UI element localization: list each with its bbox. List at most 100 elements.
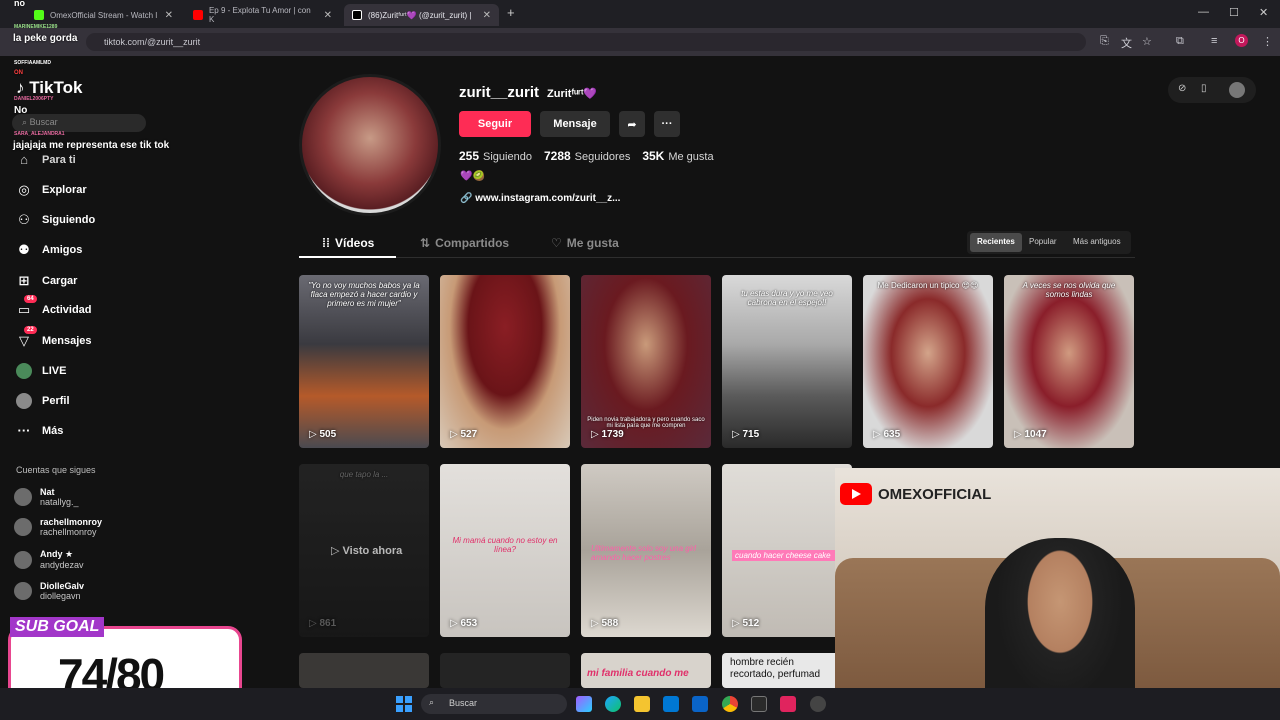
avatar xyxy=(14,518,32,536)
following-account[interactable]: Andy ★ andydezav xyxy=(14,549,84,570)
coins-icon[interactable]: ⊘ xyxy=(1178,83,1186,94)
settings-icon[interactable] xyxy=(810,696,826,712)
video-caption: tu estas dura y yo me veo cabrona en el … xyxy=(741,289,833,307)
close-icon[interactable]: ✕ xyxy=(165,10,173,21)
video-views: ▷ 1047 xyxy=(1014,429,1047,440)
nav-messages[interactable]: ▽ 22 Mensajes xyxy=(16,326,92,349)
home-icon: ⌂ xyxy=(20,152,28,167)
taskbar-search[interactable]: ⌕ Buscar xyxy=(421,694,567,714)
user-avatar[interactable] xyxy=(1229,82,1245,98)
nav-upload[interactable]: ⊞ Cargar xyxy=(16,273,78,289)
file-explorer-icon[interactable] xyxy=(634,696,650,712)
nav-more[interactable]: ··· Más xyxy=(16,423,64,438)
message-button[interactable]: Mensaje xyxy=(540,111,610,137)
tab-omex-stream[interactable]: OmexOfficial Stream - Watch l ✕ xyxy=(26,4,181,26)
device-icon[interactable]: ▯ xyxy=(1201,83,1207,94)
nav-explore[interactable]: ◎ Explorar xyxy=(16,182,86,198)
video-card[interactable]: "Yo no voy muchos babos ya la flaca empe… xyxy=(299,275,429,448)
video-card[interactable]: hombre recién recortado, perfumad xyxy=(722,653,852,688)
extensions-icon[interactable]: ⧉ xyxy=(1176,35,1184,48)
tab-tiktok-profile[interactable]: (86)Zuritᶠᵘʳᵗ💜 (@zurit_zurit) | ✕ xyxy=(344,4,499,26)
nav-for-you[interactable]: ⌂ Para ti xyxy=(16,152,76,167)
video-card[interactable]: cuando hacer cheese cake ▷ 512 xyxy=(722,464,852,637)
stat-following[interactable]: 255 Siguiendo xyxy=(459,147,532,165)
video-card[interactable]: que tapo la ... ▷ Visto ahora ▷ 861 xyxy=(299,464,429,637)
video-card[interactable]: A veces se nos olvida que somos lindas ▷… xyxy=(1004,275,1134,448)
video-caption: hombre recién recortado, perfumad xyxy=(730,657,821,680)
view-count: 1739 xyxy=(601,429,624,440)
menu-dots-icon[interactable]: ⋮ xyxy=(1262,35,1273,48)
nav-live[interactable]: LIVE xyxy=(16,363,66,379)
minimize-icon[interactable]: — xyxy=(1198,6,1209,18)
tab-reposts[interactable]: ⇅ Compartidos xyxy=(420,236,509,250)
video-caption: Piden novia trabajadora y pero cuando sa… xyxy=(587,417,705,429)
stat-followers[interactable]: 7288 Seguidores xyxy=(544,147,630,165)
nav-following[interactable]: ⚇ Siguiendo xyxy=(16,212,95,228)
view-count: 1047 xyxy=(1024,429,1047,440)
outlook-icon[interactable] xyxy=(692,696,708,712)
following-account[interactable]: Nat natallyg._ xyxy=(14,487,79,507)
chat-message: ON xyxy=(14,70,23,76)
edge-icon[interactable] xyxy=(605,696,621,712)
chrome-icon[interactable] xyxy=(722,696,738,712)
sort-recent[interactable]: Recientes xyxy=(970,233,1022,252)
video-card[interactable]: Piden novia trabajadora y pero cuando sa… xyxy=(581,275,711,448)
stat-label: Seguidores xyxy=(574,151,631,163)
follow-button[interactable]: Seguir xyxy=(459,111,531,137)
upload-icon: ⊞ xyxy=(18,273,30,288)
tiktok-logo[interactable]: ♪ TikTok xyxy=(16,78,82,98)
media-icon[interactable]: ≡ xyxy=(1211,35,1217,47)
new-tab-icon[interactable]: + xyxy=(507,5,515,20)
account-handle: natallyg._ xyxy=(40,497,79,507)
maximize-icon[interactable]: ☐ xyxy=(1229,6,1239,19)
video-card[interactable]: Mi mamá cuando no estoy en línea? ▷ 653 xyxy=(440,464,570,637)
profile-stats: 255 Siguiendo 7288 Seguidores 35K Me gusta xyxy=(459,147,714,165)
epic-games-icon[interactable] xyxy=(751,696,767,712)
search-input[interactable]: ⌕ Buscar xyxy=(12,114,146,132)
store-icon[interactable] xyxy=(663,696,679,712)
profile-avatar xyxy=(299,74,441,216)
profile-icon xyxy=(16,393,32,409)
video-card[interactable]: ▷ 527 xyxy=(440,275,570,448)
tiktok-icon xyxy=(352,10,362,20)
sort-popular[interactable]: Popular xyxy=(1022,233,1064,252)
nav-friends[interactable]: ⚉ Amigos xyxy=(16,242,82,258)
tab-liked[interactable]: ♡ Me gusta xyxy=(551,236,619,250)
video-card[interactable] xyxy=(440,653,570,688)
chat-message: No xyxy=(14,105,28,116)
video-card[interactable]: mi familia cuando me xyxy=(581,653,711,688)
nav-activity[interactable]: ▭ 64 Actividad xyxy=(16,295,92,318)
profile-link[interactable]: 🔗 www.instagram.com/zurit__z... xyxy=(460,193,620,204)
video-caption: Mi mamá cuando no estoy en línea? xyxy=(452,536,558,554)
cam-brand-text: OMEXOFFICIAL xyxy=(878,485,992,503)
link-icon: 🔗 xyxy=(460,193,473,204)
translate-icon[interactable]: 文 xyxy=(1121,35,1132,51)
tiktok-app-icon[interactable] xyxy=(780,696,796,712)
profile-avatar-icon[interactable]: O xyxy=(1235,34,1248,47)
tab-label: Ep 9 - Explota Tu Amor | con K xyxy=(208,6,311,24)
copilot-icon[interactable] xyxy=(576,696,592,712)
window-close-icon[interactable]: ✕ xyxy=(1259,6,1268,19)
video-card[interactable] xyxy=(299,653,429,688)
video-views: ▷ 1739 xyxy=(591,429,624,440)
video-card[interactable]: Me Dedicaron un tipico 😍😍 ▷ 635 xyxy=(863,275,993,448)
video-card[interactable]: tu estas dura y yo me veo cabrona en el … xyxy=(722,275,852,448)
following-account[interactable]: DiolleGalv diollegavn xyxy=(14,581,84,601)
address-bar[interactable]: tiktok.com/@zurit__zurit xyxy=(86,33,1086,51)
following-account[interactable]: rachellmonroy rachellmonroy xyxy=(14,517,102,537)
tab-videos[interactable]: ⁞⁞ Vídeos xyxy=(322,236,374,250)
chat-username: SARA_ALEJANDRA1 xyxy=(14,131,65,137)
chat-message: jajajaja me representa ese tik tok xyxy=(13,140,170,151)
video-views: ▷ 527 xyxy=(450,429,478,440)
install-icon[interactable]: ⎘ xyxy=(1100,35,1109,48)
bookmark-star-icon[interactable]: ☆ xyxy=(1142,35,1152,48)
more-options-icon[interactable]: ··· xyxy=(654,111,680,137)
video-card[interactable]: Ultimamente solo soy una girl amando hac… xyxy=(581,464,711,637)
sort-oldest[interactable]: Más antiguos xyxy=(1066,233,1128,252)
nav-profile[interactable]: Perfil xyxy=(16,393,70,409)
close-icon[interactable]: ✕ xyxy=(324,10,332,21)
share-icon[interactable]: ➦ xyxy=(619,111,645,137)
close-icon[interactable]: ✕ xyxy=(483,10,491,21)
tab-episode[interactable]: Ep 9 - Explota Tu Amor | con K ✕ xyxy=(185,4,340,26)
windows-start-icon[interactable] xyxy=(396,696,412,712)
